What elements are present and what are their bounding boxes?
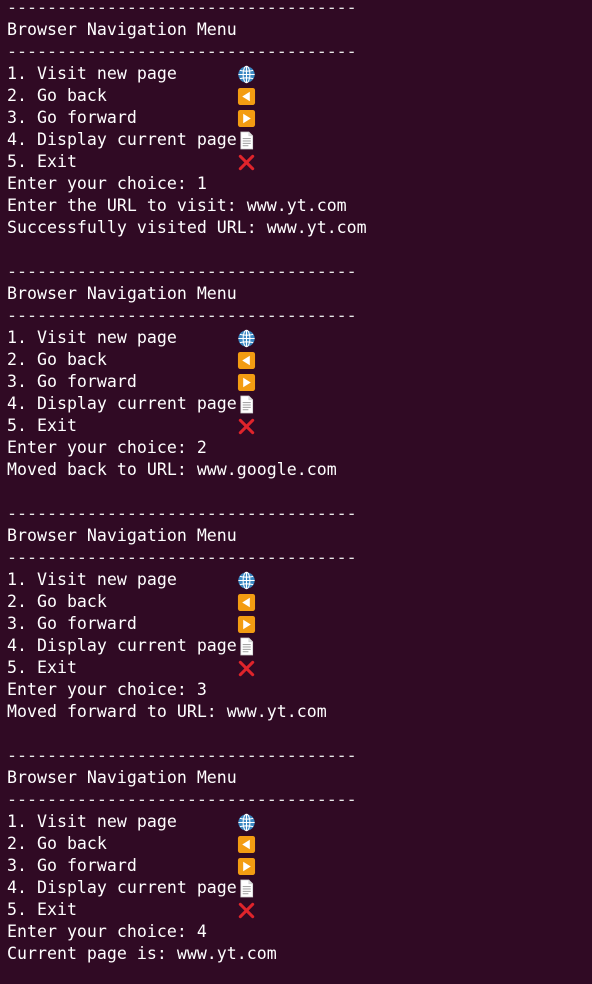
reverse-button-icon xyxy=(237,351,256,370)
cross-mark-icon xyxy=(237,901,256,920)
output-line: Successfully visited URL: www.yt.com xyxy=(7,218,367,237)
globe-icon xyxy=(237,571,256,590)
choice-prompt: Enter your choice: 1 xyxy=(7,174,207,193)
page-facing-up-icon xyxy=(237,131,256,150)
menu-block: ----------------------------------- Brow… xyxy=(7,261,592,481)
play-button-icon xyxy=(237,109,256,128)
menu-item: 3. Go forward xyxy=(7,107,592,129)
menu-item-label: 3. Go forward xyxy=(7,614,137,633)
separator-line: ----------------------------------- xyxy=(7,262,357,281)
menu-title: Browser Navigation Menu xyxy=(7,284,237,303)
menu-item-label: 1. Visit new page xyxy=(7,64,177,83)
page-facing-up-icon xyxy=(237,395,256,414)
menu-item: 5. Exit xyxy=(7,151,592,173)
menu-item: 5. Exit xyxy=(7,657,592,679)
separator-line: ----------------------------------- xyxy=(7,548,357,567)
cross-mark-icon xyxy=(237,659,256,678)
separator-line: ----------------------------------- xyxy=(7,746,357,765)
menu-title: Browser Navigation Menu xyxy=(7,20,237,39)
menu-item: 2. Go back xyxy=(7,833,592,855)
cross-mark-icon xyxy=(237,417,256,436)
menu-item-label: 3. Go forward xyxy=(7,372,137,391)
menu-item: 5. Exit xyxy=(7,899,592,921)
globe-icon xyxy=(237,65,256,84)
output-line: Current page is: www.yt.com xyxy=(7,944,277,963)
menu-item: 2. Go back xyxy=(7,591,592,613)
menu-item: 5. Exit xyxy=(7,415,592,437)
menu-item-label: 4. Display current page xyxy=(7,878,237,897)
menu-item-label: 5. Exit xyxy=(7,900,77,919)
menu-item: 3. Go forward xyxy=(7,613,592,635)
menu-item: 1. Visit new page xyxy=(7,811,592,833)
menu-block: ----------------------------------- Brow… xyxy=(7,745,592,965)
play-button-icon xyxy=(237,373,256,392)
reverse-button-icon xyxy=(237,835,256,854)
menu-block: ----------------------------------- Brow… xyxy=(7,0,592,239)
page-facing-up-icon xyxy=(237,879,256,898)
terminal-output: ----------------------------------- Brow… xyxy=(7,0,592,965)
separator-line: ----------------------------------- xyxy=(7,0,357,17)
menu-item-label: 1. Visit new page xyxy=(7,328,177,347)
menu-item: 2. Go back xyxy=(7,349,592,371)
menu-item: 1. Visit new page xyxy=(7,327,592,349)
menu-item-label: 2. Go back xyxy=(7,350,107,369)
menu-item-label: 3. Go forward xyxy=(7,108,137,127)
menu-item-label: 3. Go forward xyxy=(7,856,137,875)
menu-item: 3. Go forward xyxy=(7,371,592,393)
menu-title: Browser Navigation Menu xyxy=(7,768,237,787)
output-line: Moved back to URL: www.google.com xyxy=(7,460,337,479)
menu-item-label: 4. Display current page xyxy=(7,394,237,413)
menu-item-label: 1. Visit new page xyxy=(7,812,177,831)
menu-item: 1. Visit new page xyxy=(7,569,592,591)
menu-block: ----------------------------------- Brow… xyxy=(7,503,592,723)
reverse-button-icon xyxy=(237,87,256,106)
menu-item-label: 2. Go back xyxy=(7,86,107,105)
choice-prompt: Enter your choice: 3 xyxy=(7,680,207,699)
menu-item: 4. Display current page xyxy=(7,129,592,151)
separator-line: ----------------------------------- xyxy=(7,790,357,809)
play-button-icon xyxy=(237,857,256,876)
menu-item: 1. Visit new page xyxy=(7,63,592,85)
menu-title: Browser Navigation Menu xyxy=(7,526,237,545)
menu-item: 4. Display current page xyxy=(7,393,592,415)
menu-item-label: 1. Visit new page xyxy=(7,570,177,589)
separator-line: ----------------------------------- xyxy=(7,504,357,523)
choice-prompt: Enter your choice: 2 xyxy=(7,438,207,457)
menu-item-label: 4. Display current page xyxy=(7,636,237,655)
globe-icon xyxy=(237,329,256,348)
menu-item-label: 5. Exit xyxy=(7,416,77,435)
page-facing-up-icon xyxy=(237,637,256,656)
globe-icon xyxy=(237,813,256,832)
output-line: Moved forward to URL: www.yt.com xyxy=(7,702,327,721)
menu-item-label: 5. Exit xyxy=(7,658,77,677)
menu-item-label: 5. Exit xyxy=(7,152,77,171)
play-button-icon xyxy=(237,615,256,634)
menu-item: 2. Go back xyxy=(7,85,592,107)
output-line: Enter the URL to visit: www.yt.com xyxy=(7,196,347,215)
menu-item-label: 2. Go back xyxy=(7,592,107,611)
separator-line: ----------------------------------- xyxy=(7,42,357,61)
reverse-button-icon xyxy=(237,593,256,612)
menu-item-label: 2. Go back xyxy=(7,834,107,853)
separator-line: ----------------------------------- xyxy=(7,306,357,325)
choice-prompt: Enter your choice: 4 xyxy=(7,922,207,941)
menu-item: 4. Display current page xyxy=(7,635,592,657)
menu-item-label: 4. Display current page xyxy=(7,130,237,149)
menu-item: 4. Display current page xyxy=(7,877,592,899)
menu-item: 3. Go forward xyxy=(7,855,592,877)
cross-mark-icon xyxy=(237,153,256,172)
